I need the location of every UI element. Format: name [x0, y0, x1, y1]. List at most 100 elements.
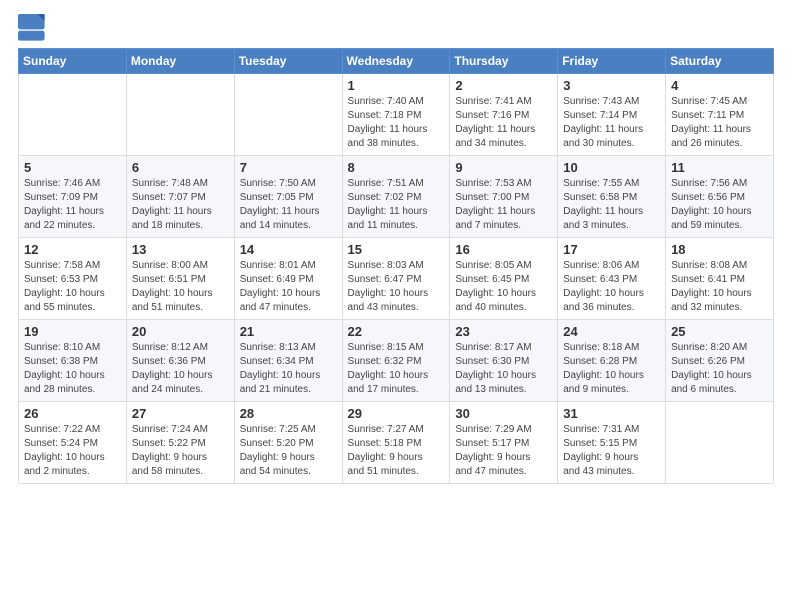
day-number: 2 [455, 78, 552, 93]
day-info: Sunrise: 7:45 AM Sunset: 7:11 PM Dayligh… [671, 95, 768, 151]
day-number: 3 [563, 78, 660, 93]
day-cell: 19 Sunrise: 8:10 AM Sunset: 6:38 PM Dayli… [19, 320, 127, 402]
day-number: 6 [132, 160, 229, 175]
day-cell: 30Sunrise: 7:29 AM Sunset: 5:17 PM Dayli… [450, 402, 558, 484]
day-number: 18 [671, 242, 768, 257]
day-cell [234, 74, 342, 156]
weekday-header-monday: Monday [126, 49, 234, 74]
day-cell: 7 Sunrise: 7:50 AM Sunset: 7:05 PM Daylig… [234, 156, 342, 238]
day-number: 29 [348, 406, 445, 421]
day-info: Sunrise: 7:22 AM Sunset: 5:24 PM Dayligh… [24, 423, 121, 479]
day-cell: 10 Sunrise: 7:55 AM Sunset: 6:58 PM Dayli… [558, 156, 666, 238]
week-row-3: 12 Sunrise: 7:58 AM Sunset: 6:53 PM Dayli… [19, 238, 774, 320]
day-number: 14 [240, 242, 337, 257]
day-cell: 26 Sunrise: 7:22 AM Sunset: 5:24 PM Dayli… [19, 402, 127, 484]
weekday-header-saturday: Saturday [666, 49, 774, 74]
day-cell [126, 74, 234, 156]
day-cell: 21 Sunrise: 8:13 AM Sunset: 6:34 PM Dayli… [234, 320, 342, 402]
day-cell: 18 Sunrise: 8:08 AM Sunset: 6:41 PM Dayli… [666, 238, 774, 320]
day-info: Sunrise: 8:01 AM Sunset: 6:49 PM Dayligh… [240, 259, 337, 315]
weekday-header-friday: Friday [558, 49, 666, 74]
day-cell: 3Sunrise: 7:43 AM Sunset: 7:14 PM Daylig… [558, 74, 666, 156]
day-info: Sunrise: 8:08 AM Sunset: 6:41 PM Dayligh… [671, 259, 768, 315]
day-cell: 22 Sunrise: 8:15 AM Sunset: 6:32 PM Dayli… [342, 320, 450, 402]
logo [18, 14, 48, 42]
day-number: 27 [132, 406, 229, 421]
day-cell: 9Sunrise: 7:53 AM Sunset: 7:00 PM Daylig… [450, 156, 558, 238]
day-cell: 15 Sunrise: 8:03 AM Sunset: 6:47 PM Dayli… [342, 238, 450, 320]
day-info: Sunrise: 7:46 AM Sunset: 7:09 PM Dayligh… [24, 177, 121, 233]
day-info: Sunrise: 8:00 AM Sunset: 6:51 PM Dayligh… [132, 259, 229, 315]
logo-icon [18, 14, 46, 42]
day-cell: 2 Sunrise: 7:41 AM Sunset: 7:16 PM Daylig… [450, 74, 558, 156]
day-number: 15 [348, 242, 445, 257]
weekday-header-wednesday: Wednesday [342, 49, 450, 74]
day-info: Sunrise: 7:48 AM Sunset: 7:07 PM Dayligh… [132, 177, 229, 233]
day-number: 19 [24, 324, 121, 339]
day-number: 12 [24, 242, 121, 257]
day-info: Sunrise: 7:40 AM Sunset: 7:18 PM Dayligh… [348, 95, 445, 151]
day-cell: 20Sunrise: 8:12 AM Sunset: 6:36 PM Dayli… [126, 320, 234, 402]
day-number: 8 [348, 160, 445, 175]
day-number: 13 [132, 242, 229, 257]
day-cell: 16 Sunrise: 8:05 AM Sunset: 6:45 PM Dayli… [450, 238, 558, 320]
day-info: Sunrise: 8:18 AM Sunset: 6:28 PM Dayligh… [563, 341, 660, 397]
day-info: Sunrise: 8:20 AM Sunset: 6:26 PM Dayligh… [671, 341, 768, 397]
header [18, 10, 774, 42]
day-cell: 27Sunrise: 7:24 AM Sunset: 5:22 PM Dayli… [126, 402, 234, 484]
day-cell [666, 402, 774, 484]
day-number: 26 [24, 406, 121, 421]
day-number: 1 [348, 78, 445, 93]
day-cell: 4 Sunrise: 7:45 AM Sunset: 7:11 PM Daylig… [666, 74, 774, 156]
day-info: Sunrise: 8:12 AM Sunset: 6:36 PM Dayligh… [132, 341, 229, 397]
day-number: 10 [563, 160, 660, 175]
day-info: Sunrise: 8:10 AM Sunset: 6:38 PM Dayligh… [24, 341, 121, 397]
page: SundayMondayTuesdayWednesdayThursdayFrid… [0, 0, 792, 612]
day-number: 5 [24, 160, 121, 175]
day-cell: 25 Sunrise: 8:20 AM Sunset: 6:26 PM Dayli… [666, 320, 774, 402]
day-cell: 1 Sunrise: 7:40 AM Sunset: 7:18 PM Daylig… [342, 74, 450, 156]
week-row-2: 5 Sunrise: 7:46 AM Sunset: 7:09 PM Daylig… [19, 156, 774, 238]
day-number: 24 [563, 324, 660, 339]
day-cell: 23 Sunrise: 8:17 AM Sunset: 6:30 PM Dayli… [450, 320, 558, 402]
day-number: 11 [671, 160, 768, 175]
day-cell: 28 Sunrise: 7:25 AM Sunset: 5:20 PM Dayli… [234, 402, 342, 484]
day-info: Sunrise: 7:31 AM Sunset: 5:15 PM Dayligh… [563, 423, 660, 479]
day-info: Sunrise: 7:53 AM Sunset: 7:00 PM Dayligh… [455, 177, 552, 233]
day-number: 16 [455, 242, 552, 257]
day-info: Sunrise: 7:27 AM Sunset: 5:18 PM Dayligh… [348, 423, 445, 479]
day-cell: 14 Sunrise: 8:01 AM Sunset: 6:49 PM Dayli… [234, 238, 342, 320]
day-info: Sunrise: 8:05 AM Sunset: 6:45 PM Dayligh… [455, 259, 552, 315]
day-info: Sunrise: 7:41 AM Sunset: 7:16 PM Dayligh… [455, 95, 552, 151]
day-info: Sunrise: 8:06 AM Sunset: 6:43 PM Dayligh… [563, 259, 660, 315]
day-info: Sunrise: 7:56 AM Sunset: 6:56 PM Dayligh… [671, 177, 768, 233]
day-cell: 12 Sunrise: 7:58 AM Sunset: 6:53 PM Dayli… [19, 238, 127, 320]
weekday-header-sunday: Sunday [19, 49, 127, 74]
day-cell: 13 Sunrise: 8:00 AM Sunset: 6:51 PM Dayli… [126, 238, 234, 320]
day-info: Sunrise: 7:29 AM Sunset: 5:17 PM Dayligh… [455, 423, 552, 479]
week-row-5: 26 Sunrise: 7:22 AM Sunset: 5:24 PM Dayli… [19, 402, 774, 484]
day-info: Sunrise: 7:25 AM Sunset: 5:20 PM Dayligh… [240, 423, 337, 479]
day-info: Sunrise: 7:55 AM Sunset: 6:58 PM Dayligh… [563, 177, 660, 233]
day-number: 23 [455, 324, 552, 339]
day-number: 21 [240, 324, 337, 339]
day-number: 28 [240, 406, 337, 421]
day-info: Sunrise: 8:15 AM Sunset: 6:32 PM Dayligh… [348, 341, 445, 397]
weekday-header-tuesday: Tuesday [234, 49, 342, 74]
day-info: Sunrise: 8:03 AM Sunset: 6:47 PM Dayligh… [348, 259, 445, 315]
day-info: Sunrise: 7:51 AM Sunset: 7:02 PM Dayligh… [348, 177, 445, 233]
day-number: 7 [240, 160, 337, 175]
day-number: 22 [348, 324, 445, 339]
day-info: Sunrise: 8:13 AM Sunset: 6:34 PM Dayligh… [240, 341, 337, 397]
day-info: Sunrise: 7:50 AM Sunset: 7:05 PM Dayligh… [240, 177, 337, 233]
day-number: 25 [671, 324, 768, 339]
day-cell: 17Sunrise: 8:06 AM Sunset: 6:43 PM Dayli… [558, 238, 666, 320]
calendar-table: SundayMondayTuesdayWednesdayThursdayFrid… [18, 48, 774, 484]
day-cell: 5 Sunrise: 7:46 AM Sunset: 7:09 PM Daylig… [19, 156, 127, 238]
day-info: Sunrise: 7:58 AM Sunset: 6:53 PM Dayligh… [24, 259, 121, 315]
day-number: 4 [671, 78, 768, 93]
week-row-4: 19 Sunrise: 8:10 AM Sunset: 6:38 PM Dayli… [19, 320, 774, 402]
day-cell [19, 74, 127, 156]
day-info: Sunrise: 8:17 AM Sunset: 6:30 PM Dayligh… [455, 341, 552, 397]
day-cell: 24 Sunrise: 8:18 AM Sunset: 6:28 PM Dayli… [558, 320, 666, 402]
